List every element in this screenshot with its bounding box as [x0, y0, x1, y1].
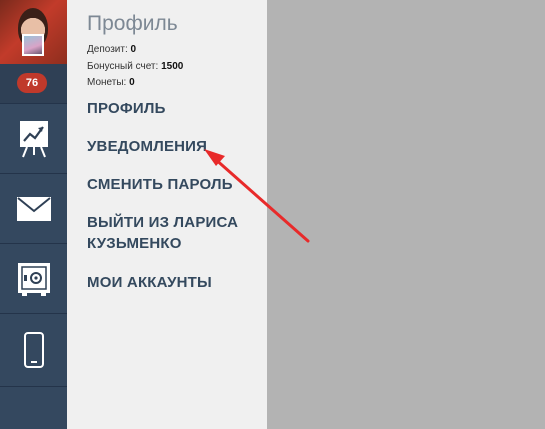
mail-icon — [16, 196, 51, 221]
coins-label: Монеты: — [87, 77, 127, 88]
messages-button[interactable] — [0, 173, 67, 243]
safe-button[interactable] — [0, 243, 67, 313]
avatar-inset-photo — [22, 34, 44, 56]
safe-icon — [17, 262, 50, 296]
deposit-stat: Депозит: 0 — [87, 44, 136, 55]
notification-badge[interactable]: 76 — [17, 73, 47, 93]
coins-stat: Монеты: 0 — [87, 77, 135, 88]
page-title: Профиль — [87, 12, 178, 35]
deposit-label: Депозит: — [87, 44, 128, 55]
menu-item-notifications[interactable]: УВЕДОМЛЕНИЯ — [87, 136, 257, 157]
deposit-value: 0 — [130, 44, 137, 55]
chart-icon — [19, 120, 48, 157]
sidebar-rail: 76 — [0, 0, 67, 429]
menu-item-profile[interactable]: ПРОФИЛЬ — [87, 98, 257, 119]
phone-button[interactable] — [0, 313, 67, 386]
menu-item-my-accounts[interactable]: МОИ АККАУНТЫ — [87, 272, 257, 293]
avatar[interactable] — [0, 0, 67, 64]
bonus-stat: Бонусный счет: 1500 — [87, 61, 183, 72]
menu-item-change-password[interactable]: СМЕНИТЬ ПАРОЛЬ — [87, 174, 257, 195]
sidebar-footer — [0, 386, 67, 429]
bonus-value: 1500 — [161, 61, 184, 72]
coins-value: 0 — [129, 77, 135, 88]
chart-button[interactable] — [0, 103, 67, 173]
badge-area: 76 — [0, 64, 67, 103]
menu-item-logout[interactable]: ВЫЙТИ ИЗ ЛАРИСА КУЗЬМЕНКО — [87, 212, 257, 254]
phone-icon — [23, 332, 44, 368]
bonus-label: Бонусный счет: — [87, 61, 159, 72]
profile-panel: Профиль Депозит: 0 Бонусный счет: 1500 М… — [67, 0, 267, 429]
